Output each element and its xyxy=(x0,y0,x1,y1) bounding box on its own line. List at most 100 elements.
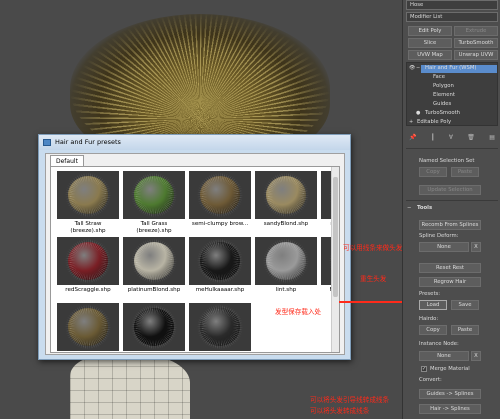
annotation-convert-guides: 可以将头发引导线转成线条 xyxy=(310,396,390,404)
preset-label: redScraggle.shp xyxy=(65,287,111,293)
preset-tile[interactable] xyxy=(189,303,251,352)
preset-label: Tall Grass (breeze).shp xyxy=(136,221,172,234)
stack-item-polygon[interactable]: Polygon xyxy=(433,83,454,89)
preset-tile[interactable]: Tall Grass (breeze).shp xyxy=(123,171,185,235)
preset-label: semi-clumpy brow... xyxy=(191,221,249,227)
preset-label: lint.shp xyxy=(275,287,297,293)
remove-modifier-icon[interactable]: 🗑 xyxy=(467,134,475,144)
hairdo-label: Hairdo: xyxy=(419,316,439,322)
preset-thumbnail xyxy=(123,303,185,351)
recomb-from-splines-button[interactable]: Recomb From Splines xyxy=(419,220,481,230)
pin-stack-icon[interactable]: 📌 xyxy=(409,134,416,144)
merge-material-label: Merge Material xyxy=(430,366,470,372)
fur-ball-preview xyxy=(200,308,240,346)
copy-hairdo-button[interactable]: Copy xyxy=(419,325,447,335)
copy-selection-button[interactable]: Copy xyxy=(419,167,447,177)
preset-thumbnail xyxy=(123,237,185,285)
preset-thumbnail xyxy=(255,237,317,285)
fur-ball-preview xyxy=(134,242,174,280)
configure-sets-icon[interactable]: ▤ xyxy=(489,134,495,144)
bulb-icon[interactable]: ● xyxy=(416,110,420,116)
show-end-result-icon[interactable]: ┃ xyxy=(431,134,435,144)
fur-ball-preview xyxy=(200,176,240,214)
stack-item-turbosmooth[interactable]: TurboSmooth xyxy=(425,110,460,116)
preset-thumbnail xyxy=(57,303,119,351)
spline-deform-clear-button[interactable]: X xyxy=(471,242,481,252)
tools-expand-icon[interactable]: − xyxy=(407,205,411,211)
preset-label: Tall Straw (breeze).shp xyxy=(70,221,106,234)
edit-poly-button[interactable]: Edit Poly xyxy=(408,26,452,36)
preset-tile[interactable]: lint.shp xyxy=(255,237,317,294)
scrollbar-thumb[interactable] xyxy=(333,177,338,297)
instance-node-clear-button[interactable]: X xyxy=(471,351,481,361)
dialog-body: Default Tall Straw (breeze).shp Tall Gras… xyxy=(45,153,345,355)
annotation-load: 发型保存载入处 xyxy=(275,308,322,316)
preset-tile[interactable] xyxy=(123,303,185,352)
object-name-field[interactable]: Hose xyxy=(406,0,498,10)
modifier-stack[interactable]: 👁 − Hair and Fur (WSM) Face Polygon Elem… xyxy=(406,62,498,126)
eye-icon[interactable]: 👁 xyxy=(409,65,415,71)
guides-to-splines-button[interactable]: Guides -> Splines xyxy=(419,389,481,399)
dialog-title: Hair and Fur presets xyxy=(55,138,121,146)
load-preset-button[interactable]: Load xyxy=(419,300,447,310)
preset-tile[interactable]: redScraggle.shp xyxy=(57,237,119,294)
spline-deform-none-button[interactable]: None xyxy=(419,242,469,252)
preset-tile[interactable] xyxy=(57,303,119,352)
app-icon xyxy=(43,139,51,146)
modifier-list-dropdown[interactable]: Modifier List xyxy=(406,12,498,22)
hair-fur-presets-dialog[interactable]: Hair and Fur presets Default Tall Straw … xyxy=(38,134,351,360)
stack-item-element[interactable]: Element xyxy=(433,92,455,98)
extrude-button[interactable]: Extrude xyxy=(454,26,498,36)
expand-minus-icon[interactable]: − xyxy=(416,65,420,71)
stack-item-editable-poly[interactable]: Editable Poly xyxy=(417,119,451,125)
turbosmooth-button[interactable]: TurboSmooth xyxy=(454,38,498,48)
update-selection-button[interactable]: Update Selection xyxy=(419,185,481,195)
preset-tile[interactable]: meHulkaaaar.shp xyxy=(189,237,251,294)
fur-ball-preview xyxy=(266,176,306,214)
preset-thumbnail xyxy=(123,171,185,219)
annotation-splines: 可以用线条来做头发 xyxy=(343,244,402,252)
expand-plus-icon[interactable]: + xyxy=(409,119,413,125)
spline-deform-label: Spline Deform: xyxy=(419,233,459,239)
preset-label: meHulkaaaar.shp xyxy=(195,287,245,293)
paste-hairdo-button[interactable]: Paste xyxy=(451,325,479,335)
fur-ball-preview xyxy=(68,308,108,346)
body-mesh xyxy=(70,355,190,419)
preset-grid[interactable]: Tall Straw (breeze).shp Tall Grass (breez… xyxy=(50,166,340,353)
save-preset-button[interactable]: Save xyxy=(451,300,479,310)
hair-to-splines-button[interactable]: Hair -> Splines xyxy=(419,404,481,414)
regrow-hair-button[interactable]: Regrow Hair xyxy=(419,277,481,287)
preset-thumbnail xyxy=(189,171,251,219)
stack-item-hair-and-fur[interactable]: Hair and Fur (WSM) xyxy=(425,65,477,71)
preset-tile[interactable]: Tall Straw (breeze).shp xyxy=(57,171,119,235)
preset-tile[interactable]: semi-clumpy brow... xyxy=(189,171,251,228)
unwrap-uvw-button[interactable]: Unwrap UVW xyxy=(454,50,498,60)
annotation-regrow: 重生头发 xyxy=(360,275,387,283)
vertical-scrollbar[interactable] xyxy=(331,167,339,352)
preset-thumbnail xyxy=(57,237,119,285)
viewport[interactable]: Hair and Fur presets Default Tall Straw … xyxy=(0,0,402,419)
make-unique-icon[interactable]: ∀ xyxy=(449,134,453,144)
fur-ball-preview xyxy=(68,176,108,214)
fur-ball-preview xyxy=(68,242,108,280)
merge-material-checkbox[interactable]: ✓ xyxy=(421,366,427,372)
stack-item-guides[interactable]: Guides xyxy=(433,101,451,107)
fur-ball-preview xyxy=(200,242,240,280)
preset-thumbnail xyxy=(57,171,119,219)
preset-thumbnail xyxy=(189,237,251,285)
paste-selection-button[interactable]: Paste xyxy=(451,167,479,177)
instance-node-none-button[interactable]: None xyxy=(419,351,469,361)
preset-label: sandyBlond.shp xyxy=(263,221,309,227)
preset-tile[interactable]: platinumBlond.shp xyxy=(123,237,185,294)
preset-tile[interactable]: sandyBlond.shp xyxy=(255,171,317,228)
fur-ball-preview xyxy=(134,176,174,214)
slice-button[interactable]: Slice xyxy=(408,38,452,48)
tools-rollout-header[interactable]: Tools xyxy=(417,205,432,211)
convert-label: Convert: xyxy=(419,377,442,383)
dialog-titlebar[interactable]: Hair and Fur presets xyxy=(39,135,350,150)
stack-item-face[interactable]: Face xyxy=(433,74,445,80)
uvw-map-button[interactable]: UVW Map xyxy=(408,50,452,60)
presets-label: Presets: xyxy=(419,291,441,297)
fur-ball-preview xyxy=(266,242,306,280)
reset-rest-button[interactable]: Reset Rest xyxy=(419,263,481,273)
